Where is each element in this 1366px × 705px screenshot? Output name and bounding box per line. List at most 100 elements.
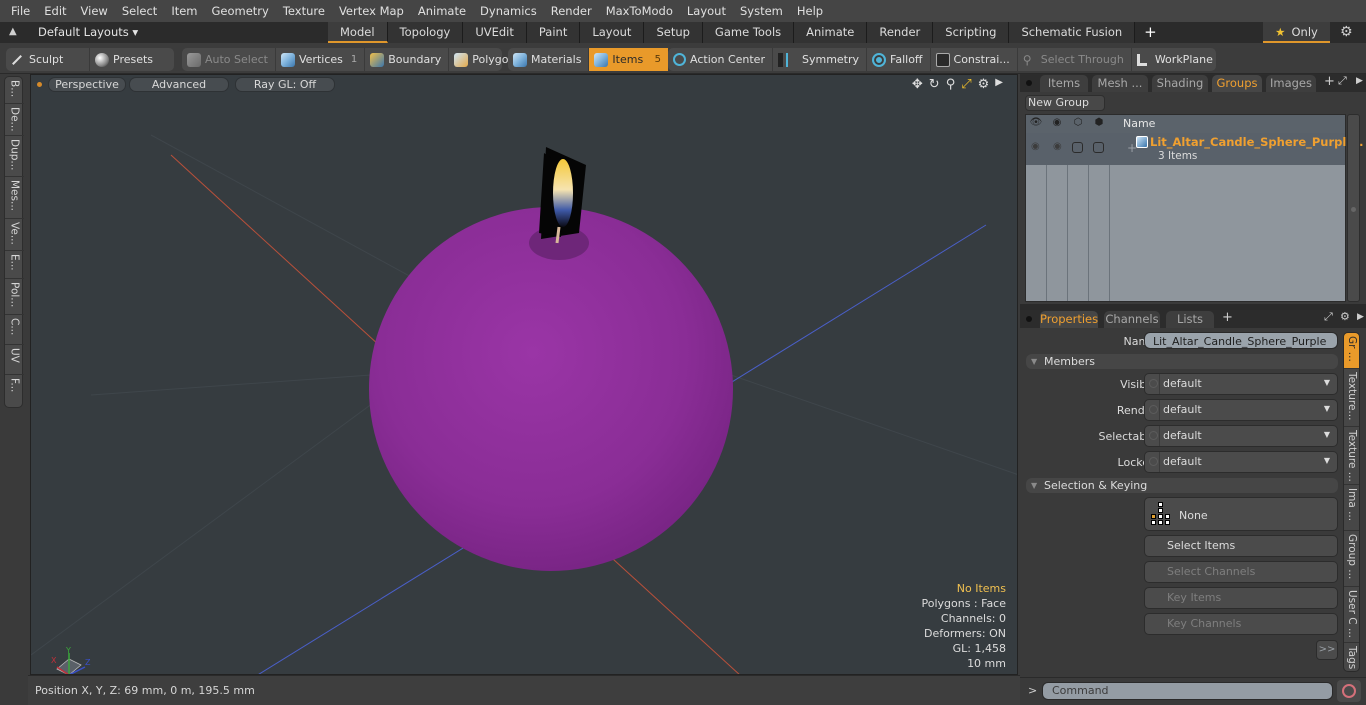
- side-tab-tags[interactable]: Tags: [1344, 643, 1359, 671]
- action-center-button[interactable]: Action Center: [668, 48, 773, 71]
- side-tab-texture-1[interactable]: Texture...: [1344, 369, 1359, 427]
- tab-groups[interactable]: Groups: [1212, 75, 1262, 92]
- menu-geometry[interactable]: Geometry: [205, 0, 276, 22]
- rotate-icon[interactable]: ↻: [929, 77, 940, 92]
- collapse-up-icon[interactable]: ▲: [9, 26, 17, 37]
- render-dropdown[interactable]: default ▼: [1144, 399, 1338, 421]
- menu-layout[interactable]: Layout: [680, 0, 733, 22]
- left-tab-deform[interactable]: De...: [5, 104, 24, 136]
- tab-channels[interactable]: Channels: [1104, 311, 1160, 328]
- name-input[interactable]: Lit_Altar_Candle_Sphere_Purple (5): [1144, 332, 1338, 365]
- eye-icon[interactable]: 👁: [1026, 117, 1046, 128]
- settings-gear-icon[interactable]: ⚙: [1340, 310, 1350, 323]
- 3d-viewport[interactable]: X Y Z Perspective Advanced Ray GL: Off ✥…: [30, 74, 1018, 675]
- vertices-button[interactable]: Vertices 1: [276, 48, 366, 71]
- zoom-icon[interactable]: ⚲: [946, 77, 956, 92]
- menu-texture[interactable]: Texture: [276, 0, 332, 22]
- tab-images[interactable]: Images: [1266, 75, 1316, 92]
- selectable-radio[interactable]: [1149, 431, 1158, 440]
- tab-scripting[interactable]: Scripting: [933, 22, 1010, 43]
- tab-topology[interactable]: Topology: [387, 22, 464, 43]
- panel-more-icon[interactable]: ▶: [1357, 312, 1364, 322]
- menu-maxtomodo[interactable]: MaxToModo: [599, 0, 680, 22]
- constraints-button[interactable]: Constrai...: [931, 48, 1018, 71]
- menu-view[interactable]: View: [74, 0, 115, 22]
- members-section[interactable]: ▼ Members: [1026, 354, 1338, 369]
- settings-icon[interactable]: ⚙: [978, 77, 990, 92]
- visible-dropdown[interactable]: default ▼: [1144, 373, 1338, 395]
- left-tab-basic[interactable]: B...: [5, 77, 24, 104]
- tab-schematic-fusion[interactable]: Schematic Fusion: [1009, 22, 1136, 43]
- menu-dynamics[interactable]: Dynamics: [473, 0, 544, 22]
- move-icon[interactable]: ✥: [912, 77, 923, 92]
- symmetry-button[interactable]: Symmetry: [773, 48, 868, 71]
- add-tab-icon[interactable]: +: [1222, 310, 1233, 325]
- record-macro-button[interactable]: [1337, 680, 1361, 702]
- left-tab-uv[interactable]: UV: [5, 345, 24, 375]
- render-radio[interactable]: [1149, 405, 1158, 414]
- tab-items[interactable]: Items: [1040, 75, 1088, 92]
- side-tab-group-2[interactable]: Group ...: [1344, 531, 1359, 587]
- selectable-cube-icon[interactable]: ⬡: [1068, 117, 1088, 128]
- tab-animate[interactable]: Animate: [794, 22, 868, 43]
- presets-button[interactable]: Presets: [90, 48, 160, 71]
- command-input[interactable]: Command: [1042, 682, 1333, 700]
- menu-file[interactable]: File: [4, 0, 37, 22]
- tab-setup[interactable]: Setup: [644, 22, 703, 43]
- more-button[interactable]: >>: [1316, 640, 1338, 660]
- new-group-button[interactable]: New Group: [1025, 95, 1105, 111]
- column-name-header[interactable]: Name: [1123, 117, 1155, 130]
- default-layouts-dropdown[interactable]: Default Layouts ▾: [38, 22, 138, 43]
- expand-icon[interactable]: ⤢: [1324, 310, 1333, 324]
- key-channels-button[interactable]: Key Channels: [1144, 613, 1338, 635]
- select-through-button[interactable]: ⚲ Select Through: [1018, 48, 1132, 71]
- lock-cube-icon[interactable]: ⬢: [1089, 117, 1109, 128]
- add-tab-icon[interactable]: +: [1324, 74, 1335, 89]
- menu-animate[interactable]: Animate: [411, 0, 473, 22]
- visible-radio[interactable]: [1149, 379, 1158, 388]
- panel-menu-dot[interactable]: [1026, 80, 1032, 86]
- purple-sphere-candle[interactable]: [369, 207, 733, 571]
- row-render-icon[interactable]: ◉: [1053, 141, 1062, 152]
- group-row[interactable]: ◉ ◉ + Lit_Altar_Candle_Sphere_Purpl ... …: [1026, 133, 1363, 165]
- more-icon[interactable]: ▶: [995, 77, 1003, 92]
- menu-system[interactable]: System: [733, 0, 790, 22]
- fit-icon[interactable]: ⤢: [961, 77, 971, 92]
- menu-render[interactable]: Render: [544, 0, 599, 22]
- render-camera-icon[interactable]: ◉: [1047, 117, 1067, 128]
- side-tab-image[interactable]: Ima ...: [1344, 485, 1359, 531]
- side-tab-texture-2[interactable]: Texture ...: [1344, 427, 1359, 485]
- viewport-menu-dot[interactable]: [37, 82, 42, 87]
- locked-radio[interactable]: [1149, 457, 1158, 466]
- menu-vertex-map[interactable]: Vertex Map: [332, 0, 411, 22]
- only-toggle[interactable]: ★ Only: [1263, 22, 1330, 43]
- materials-button[interactable]: Materials: [508, 48, 590, 71]
- raygl-button[interactable]: Ray GL: Off: [235, 77, 335, 92]
- left-tab-curve[interactable]: C...: [5, 315, 24, 345]
- menu-help[interactable]: Help: [790, 0, 830, 22]
- tab-model[interactable]: Model: [328, 22, 388, 43]
- tab-uvedit[interactable]: UVEdit: [463, 22, 527, 43]
- selectable-dropdown[interactable]: default ▼: [1144, 425, 1338, 447]
- shading-mode-button[interactable]: Advanced: [129, 77, 229, 92]
- sculpt-button[interactable]: Sculpt: [6, 48, 90, 71]
- left-tab-polygon[interactable]: Pol...: [5, 279, 24, 315]
- left-tab-edge[interactable]: E...: [5, 251, 24, 279]
- menu-edit[interactable]: Edit: [37, 0, 73, 22]
- side-tab-group[interactable]: Gr ...: [1344, 333, 1359, 369]
- key-items-button[interactable]: Key Items: [1144, 587, 1338, 609]
- view-mode-button[interactable]: Perspective: [48, 77, 126, 92]
- panel-more-icon[interactable]: ▶: [1356, 76, 1363, 86]
- menu-select[interactable]: Select: [115, 0, 164, 22]
- tab-lists[interactable]: Lists: [1166, 311, 1214, 328]
- scroll-knob[interactable]: [1351, 207, 1356, 212]
- row-eye-icon[interactable]: ◉: [1031, 141, 1040, 152]
- selection-keying-section[interactable]: ▼ Selection & Keying: [1026, 478, 1338, 493]
- items-button[interactable]: Items 5: [589, 48, 668, 71]
- boundary-button[interactable]: Boundary: [365, 48, 450, 71]
- falloff-button[interactable]: Falloff: [867, 48, 931, 71]
- tab-layout[interactable]: Layout: [580, 22, 645, 43]
- tab-render[interactable]: Render: [867, 22, 934, 43]
- left-tab-vertex[interactable]: Ve...: [5, 219, 24, 251]
- panel-menu-dot[interactable]: [1026, 316, 1032, 322]
